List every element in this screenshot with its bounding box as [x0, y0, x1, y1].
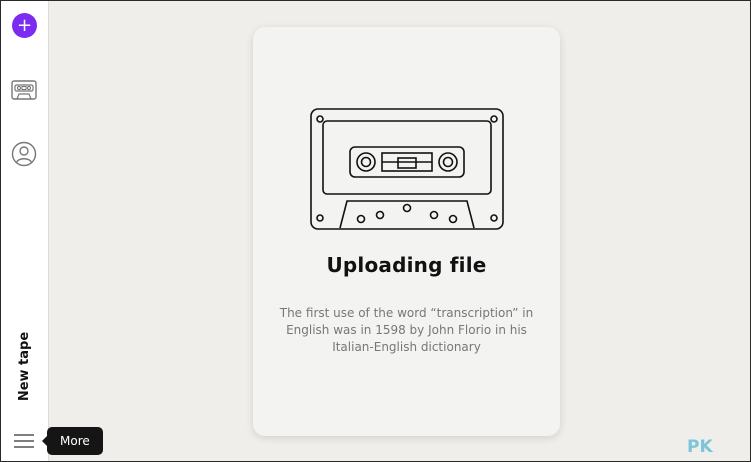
fact-text: The first use of the word “transcription…: [279, 306, 534, 354]
hamburger-menu-icon: [14, 434, 34, 448]
user-profile-icon: [11, 141, 37, 167]
upload-card: Uploading file The first use of the word…: [253, 27, 560, 436]
upload-title: Uploading file: [326, 253, 487, 277]
tooltip-label: More: [60, 434, 90, 448]
plus-icon: +: [16, 14, 33, 36]
cassette-tape-illustration: [310, 108, 504, 230]
cassette-icon: [11, 80, 37, 100]
more-menu-button[interactable]: [13, 433, 35, 453]
new-tape-label: New tape: [17, 331, 33, 401]
new-tape-link[interactable]: New tape: [15, 321, 35, 411]
add-button[interactable]: +: [12, 13, 37, 38]
sidebar: + New tape: [1, 1, 49, 461]
nav-cassette-button[interactable]: [11, 80, 37, 104]
watermark-logo: PK: [687, 437, 713, 457]
more-tooltip: More: [42, 427, 103, 455]
nav-profile-button[interactable]: [11, 141, 37, 171]
